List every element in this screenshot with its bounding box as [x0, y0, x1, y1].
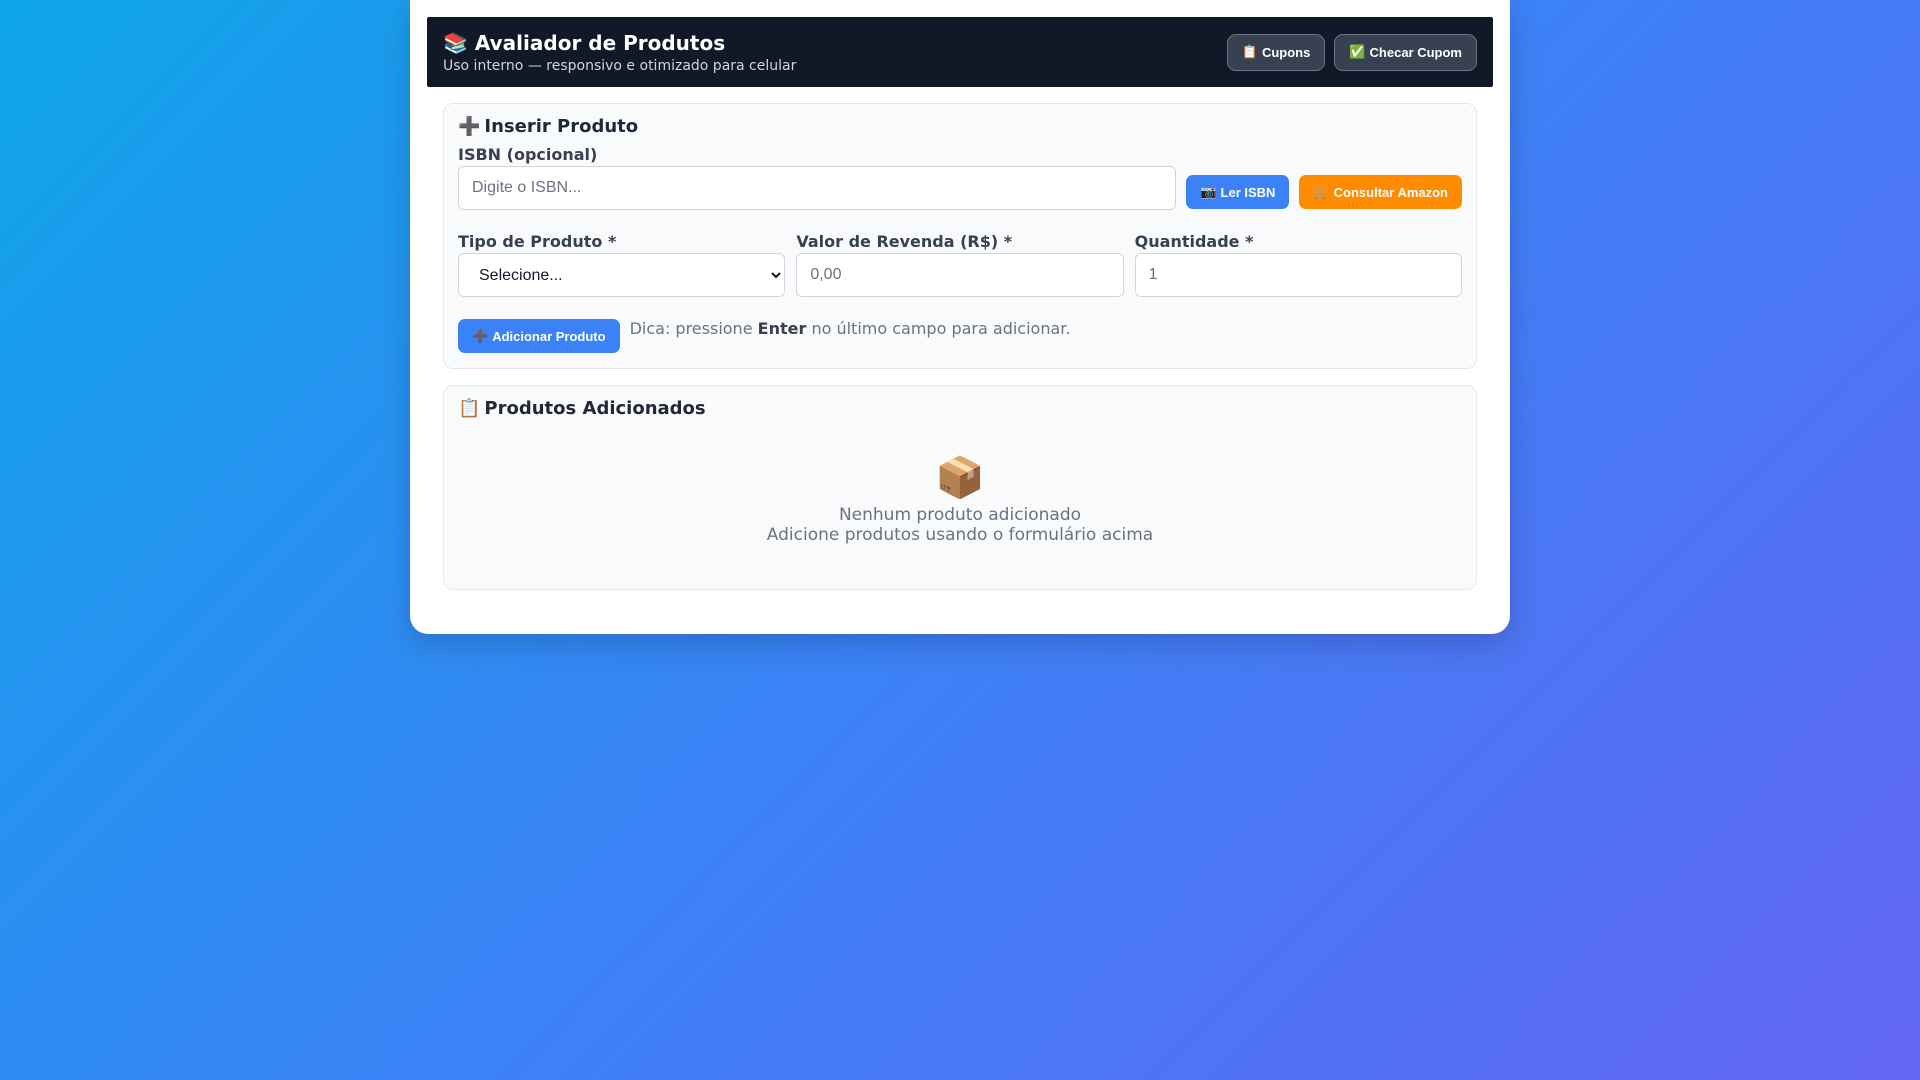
quantity-label: Quantidade *: [1134, 232, 1254, 251]
plus-icon: ➕: [472, 328, 489, 343]
resale-value-group: Valor de Revenda (R$) *: [796, 232, 1124, 297]
read-isbn-label: Ler ISBN: [1220, 184, 1276, 200]
resale-value-input[interactable]: [796, 253, 1124, 297]
consult-amazon-button[interactable]: 🛒 Consultar Amazon: [1299, 175, 1462, 209]
page-subtitle: Uso interno — responsivo e otimizado par…: [443, 58, 797, 74]
isbn-row: ISBN (opcional) 📷 Ler ISBN 🛒 Consultar A…: [458, 145, 1462, 210]
plus-icon: ➕: [458, 116, 481, 137]
cart-icon: 🛒: [1313, 184, 1330, 199]
isbn-field-group: ISBN (opcional): [458, 145, 1177, 210]
coupons-button-label: Cupons: [1261, 44, 1311, 60]
app-header: 📚 Avaliador de Produtos Uso interno — re…: [427, 17, 1493, 87]
add-product-button[interactable]: ➕ Adicionar Produto: [458, 319, 620, 353]
product-fields-row: Tipo de Produto * Selecione... Valor de …: [458, 232, 1462, 297]
quantity-input[interactable]: [1134, 253, 1462, 297]
header-actions: 📋 Cupons ✅ Checar Cupom: [1226, 33, 1477, 71]
product-type-select[interactable]: Selecione...: [458, 253, 786, 297]
quantity-group: Quantidade *: [1134, 232, 1462, 297]
product-type-group: Tipo de Produto * Selecione...: [458, 232, 786, 297]
empty-state-title: Nenhum produto adicionado: [838, 505, 1082, 525]
empty-state-subtitle: Adicione produtos usando o formulário ac…: [766, 525, 1154, 545]
add-product-row: ➕ Adicionar Produto Dica: pressione Ente…: [458, 319, 1462, 354]
resale-value-label: Valor de Revenda (R$) *: [796, 232, 1013, 251]
check-coupon-button[interactable]: ✅ Checar Cupom: [1334, 33, 1477, 71]
product-type-label: Tipo de Produto *: [458, 232, 617, 251]
consult-amazon-label: Consultar Amazon: [1333, 184, 1448, 200]
add-product-label: Adicionar Produto: [492, 328, 606, 344]
insert-product-heading: ➕ Inserir Produto: [458, 116, 1462, 137]
insert-product-panel: ➕ Inserir Produto ISBN (opcional) 📷 Ler …: [443, 103, 1477, 369]
books-icon: 📚: [443, 31, 468, 55]
added-products-heading: 📋 Produtos Adicionados: [458, 398, 1462, 419]
hint-key: Enter: [757, 319, 807, 338]
camera-icon: 📷: [1200, 184, 1217, 199]
enter-hint: Dica: pressione Enter no último campo pa…: [630, 319, 1071, 338]
page-title-text: Avaliador de Produtos: [474, 31, 726, 55]
page-title: 📚 Avaliador de Produtos: [443, 30, 796, 56]
coupons-button[interactable]: 📋 Cupons: [1226, 33, 1326, 71]
header-text: 📚 Avaliador de Produtos Uso interno — re…: [443, 30, 796, 74]
empty-state: 📦 Nenhum produto adicionado Adicione pro…: [458, 419, 1462, 575]
hint-text-after: no último campo para adicionar.: [811, 319, 1071, 338]
isbn-label: ISBN (opcional): [458, 145, 598, 164]
check-coupon-button-label: Checar Cupom: [1369, 44, 1462, 60]
isbn-input[interactable]: [458, 166, 1177, 210]
added-products-panel: 📋 Produtos Adicionados 📦 Nenhum produto …: [443, 385, 1477, 590]
added-products-title: Produtos Adicionados: [484, 398, 706, 419]
clipboard-icon: 📋: [1241, 44, 1258, 59]
app-card: 📚 Avaliador de Produtos Uso interno — re…: [410, 0, 1510, 634]
insert-product-title: Inserir Produto: [484, 116, 639, 137]
check-icon: ✅: [1349, 44, 1366, 59]
box-icon: 📦: [935, 455, 985, 501]
clipboard-icon: 📋: [458, 398, 481, 419]
read-isbn-button[interactable]: 📷 Ler ISBN: [1186, 175, 1290, 209]
hint-text-before: Dica: pressione: [629, 319, 753, 338]
